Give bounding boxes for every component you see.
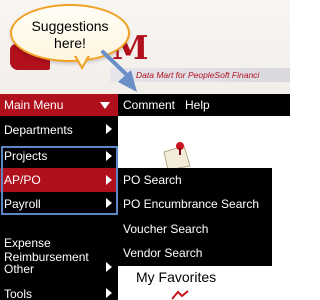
sidebar-item-appo[interactable]: AP/PO — [0, 168, 118, 192]
chevron-right-icon — [106, 288, 112, 298]
submenu-item-vendor-search[interactable]: Vendor Search — [118, 241, 272, 265]
chevron-right-icon — [106, 262, 112, 272]
sidebar-item-expense-reimbursement[interactable]: Expense Reimbursement — [0, 222, 118, 264]
chevron-down-icon — [100, 102, 110, 109]
logo-tagline: Data Mart for PeopleSoft Financi — [136, 70, 260, 80]
chevron-right-icon — [106, 151, 112, 161]
sidebar-item-payroll[interactable]: Payroll — [0, 197, 118, 211]
chevron-right-icon — [106, 198, 112, 208]
submenu-item-po-encumbrance-search[interactable]: PO Encumbrance Search — [118, 192, 272, 216]
sidebar-item-label: Tools — [4, 287, 33, 300]
top-menu-bar: Main Menu Comment Help — [0, 94, 290, 116]
sidebar-item-label: AP/PO — [4, 173, 41, 187]
callout-text: Suggestions here! — [31, 18, 109, 51]
appo-submenu: PO Search PO Encumbrance Search Voucher … — [118, 168, 272, 266]
help-link[interactable]: Help — [185, 94, 210, 116]
main-menu-label: Main Menu — [4, 98, 64, 112]
sidebar-item-departments[interactable]: Departments — [0, 123, 118, 137]
favorites-icon — [171, 290, 189, 300]
submenu-item-voucher-search[interactable]: Voucher Search — [118, 217, 272, 241]
sidebar-item-tools[interactable]: Tools — [0, 287, 118, 300]
sidebar-item-projects[interactable]: Projects — [0, 149, 118, 163]
main-menu-button[interactable]: Main Menu — [0, 94, 118, 116]
favorites-title: My Favorites — [136, 269, 217, 285]
submenu-item-po-search[interactable]: PO Search — [118, 168, 272, 192]
sidebar-item-label: Departments — [4, 123, 73, 137]
chevron-right-icon — [106, 175, 112, 185]
sidebar-item-label: Expense Reimbursement — [4, 236, 89, 264]
chevron-right-icon — [106, 124, 112, 134]
page: M Data Mart for PeopleSoft Financi Sugge… — [0, 0, 290, 300]
comment-link[interactable]: Comment — [123, 94, 175, 116]
sidebar-item-other[interactable]: Other — [0, 262, 118, 276]
sidebar-item-label: Other — [4, 262, 35, 276]
sidebar-item-label: Projects — [4, 149, 48, 163]
sidebar-item-label: Payroll — [4, 197, 41, 211]
